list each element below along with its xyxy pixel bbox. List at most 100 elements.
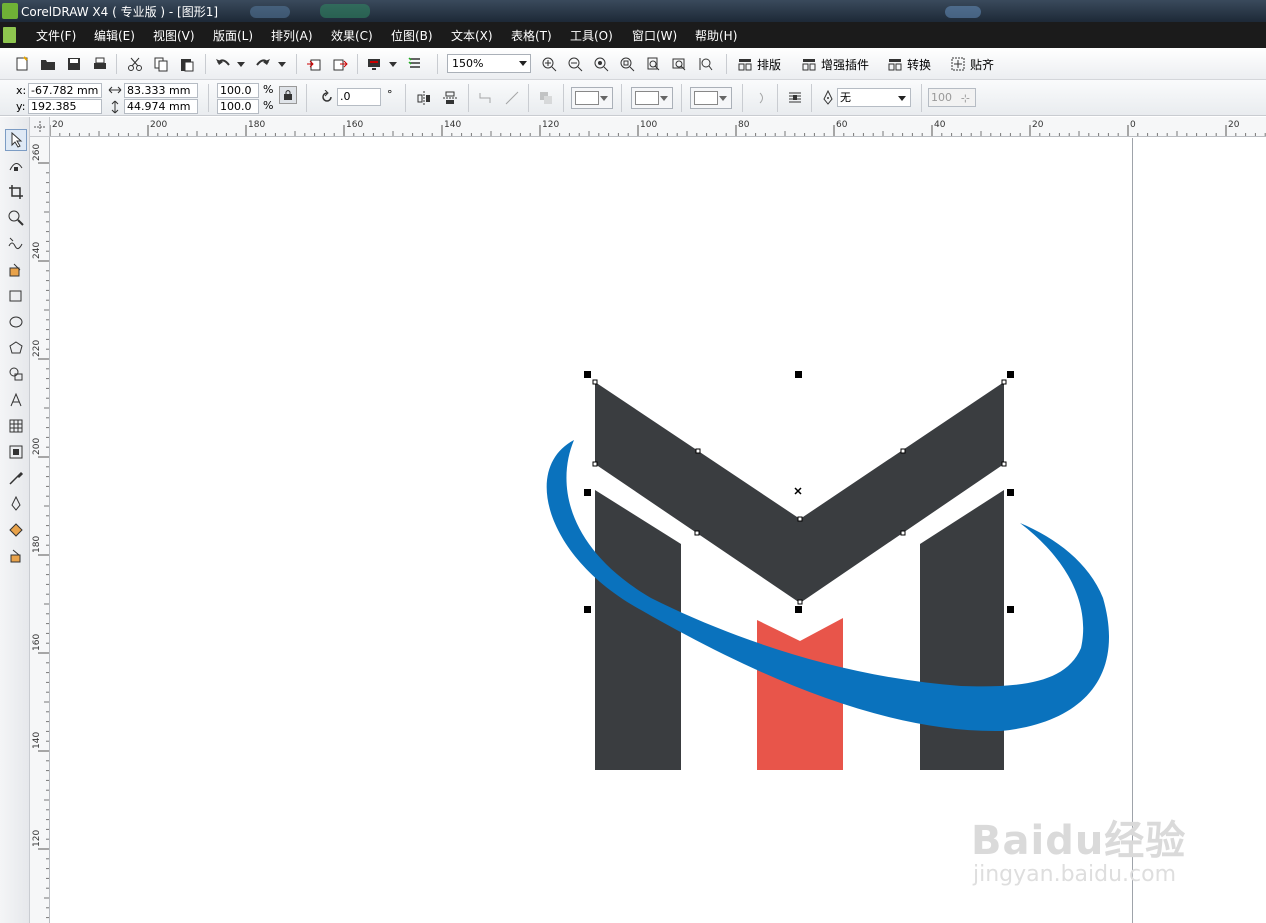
menu-file[interactable]: 文件(F)	[36, 27, 76, 44]
shape-tool-icon[interactable]	[5, 155, 27, 177]
basic-shapes-tool-icon[interactable]	[5, 363, 27, 385]
logo-left-pillar[interactable]	[595, 490, 681, 770]
open-folder-icon[interactable]	[38, 54, 58, 74]
outline-tool-icon[interactable]	[5, 493, 27, 515]
zoom-in-icon[interactable]	[539, 54, 559, 74]
toolbar-separator	[205, 54, 206, 74]
menu-tools[interactable]: 工具(O)	[570, 27, 613, 44]
redo-dropdown-icon[interactable]	[276, 54, 288, 74]
y-label: y:	[16, 100, 26, 113]
lock-ratio-icon[interactable]	[279, 86, 297, 104]
cut-icon[interactable]	[125, 54, 145, 74]
menu-table[interactable]: 表格(T)	[511, 27, 552, 44]
scale-y-field[interactable]: 100.0	[217, 99, 259, 114]
drawing-canvas[interactable]: Baidu经验 jingyan.baidu.com	[51, 138, 1266, 923]
transparency-field[interactable]: 100 ⊹	[928, 88, 976, 107]
convert-button[interactable]: 转换	[887, 54, 931, 74]
menu-view[interactable]: 视图(V)	[153, 27, 195, 44]
ruler-tick-label: 20	[1228, 120, 1240, 130]
toolbar-separator	[468, 84, 469, 112]
outline-swatch	[635, 91, 659, 105]
layout-plugin-button[interactable]: 排版	[737, 54, 781, 74]
height-icon	[111, 100, 119, 114]
menu-bitmaps[interactable]: 位图(B)	[391, 27, 433, 44]
x-position-field[interactable]: -67.782 mm	[28, 83, 102, 98]
interactive-blend-tool-icon[interactable]	[5, 441, 27, 463]
zoom-to-page-height-icon[interactable]	[695, 54, 715, 74]
fill-color-dropdown[interactable]	[571, 87, 613, 109]
transparency-value: 100	[931, 91, 952, 104]
menu-arrange[interactable]: 排列(A)	[271, 27, 313, 44]
mirror-horizontal-icon[interactable]	[414, 88, 434, 108]
zoom-to-all-objects-icon[interactable]	[617, 54, 637, 74]
welcome-screen-icon[interactable]	[405, 54, 425, 74]
table-tool-icon[interactable]	[5, 415, 27, 437]
chevron-down-icon	[660, 96, 668, 101]
save-icon[interactable]	[64, 54, 84, 74]
zoom-to-selected-icon[interactable]	[591, 54, 611, 74]
export-icon[interactable]	[330, 54, 350, 74]
ruler-origin[interactable]	[30, 117, 50, 137]
new-document-icon[interactable]	[12, 54, 32, 74]
polygon-tool-icon[interactable]	[5, 337, 27, 359]
mirror-vertical-icon[interactable]	[440, 88, 460, 108]
plugins-button[interactable]: 增强插件	[801, 54, 869, 74]
connector-icon[interactable]	[476, 88, 496, 108]
interactive-fill-tool-icon[interactable]	[5, 545, 27, 567]
smart-fill-tool-icon[interactable]	[5, 259, 27, 281]
ellipse-tool-icon[interactable]	[5, 311, 27, 333]
wrap-paragraph-text-icon[interactable]	[785, 88, 805, 108]
text-wrap-icon[interactable]	[752, 88, 772, 108]
launcher-dropdown-icon[interactable]	[387, 54, 399, 74]
zoom-to-page-icon[interactable]	[643, 54, 663, 74]
chevron-down-icon	[519, 61, 527, 66]
menu-help[interactable]: 帮助(H)	[695, 27, 737, 44]
outline-color-dropdown[interactable]	[631, 87, 673, 109]
zoom-tool-icon[interactable]	[5, 207, 27, 229]
menu-text[interactable]: 文本(X)	[451, 27, 493, 44]
menu-edit[interactable]: 编辑(E)	[94, 27, 135, 44]
line-connector-icon[interactable]	[502, 88, 522, 108]
snap-button[interactable]: 贴齐	[950, 54, 994, 74]
ruler-tick-label: 80	[738, 120, 750, 130]
object-width-field[interactable]: 83.333 mm	[124, 83, 198, 98]
center-of-rotation-icon[interactable]	[794, 487, 802, 495]
application-launcher-icon[interactable]	[364, 54, 384, 74]
snap-label: 贴齐	[970, 57, 995, 72]
ruler-tick-label: 160	[346, 120, 363, 130]
menu-layout[interactable]: 版面(L)	[213, 27, 253, 44]
ruler-tick-label: 140	[444, 120, 461, 130]
rectangle-tool-icon[interactable]	[5, 285, 27, 307]
fill-tool-icon[interactable]	[5, 519, 27, 541]
scale-x-field[interactable]: 100.0	[217, 83, 259, 98]
menu-effects[interactable]: 效果(C)	[331, 27, 373, 44]
toolbar-separator	[563, 84, 564, 112]
freehand-tool-icon[interactable]	[5, 233, 27, 255]
redo-icon[interactable]	[253, 54, 273, 74]
import-icon[interactable]	[304, 54, 324, 74]
menu-window[interactable]: 窗口(W)	[632, 27, 677, 44]
outline-width-select[interactable]: 无	[837, 88, 911, 107]
object-height-field[interactable]: 44.974 mm	[124, 99, 198, 114]
undo-icon[interactable]	[213, 54, 233, 74]
undo-dropdown-icon[interactable]	[235, 54, 247, 74]
paste-icon[interactable]	[177, 54, 197, 74]
document-icon[interactable]	[3, 27, 16, 43]
degree-label: °	[387, 88, 393, 101]
crop-tool-icon[interactable]	[5, 181, 27, 203]
text-tool-icon[interactable]	[5, 389, 27, 411]
vertical-ruler[interactable]: 260 240 220 200 180 160 140 120	[30, 137, 50, 923]
print-icon[interactable]	[90, 54, 110, 74]
zoom-level-select[interactable]: 150%	[447, 54, 531, 73]
watermark-main-text: Baidu经验	[971, 818, 1187, 864]
eyedropper-tool-icon[interactable]	[5, 467, 27, 489]
pick-tool-icon[interactable]	[5, 129, 27, 151]
rotation-angle-field[interactable]: .0	[337, 88, 381, 106]
combine-icon[interactable]	[536, 88, 556, 108]
y-position-field[interactable]: 192.385 mm	[28, 99, 102, 126]
zoom-to-page-width-icon[interactable]	[669, 54, 689, 74]
outline-style-dropdown[interactable]	[690, 87, 732, 109]
copy-icon[interactable]	[151, 54, 171, 74]
horizontal-ruler[interactable]: 20 200 180 160 140 120 100 80 60 40 20 0 20	[50, 117, 1266, 137]
zoom-out-icon[interactable]	[565, 54, 585, 74]
